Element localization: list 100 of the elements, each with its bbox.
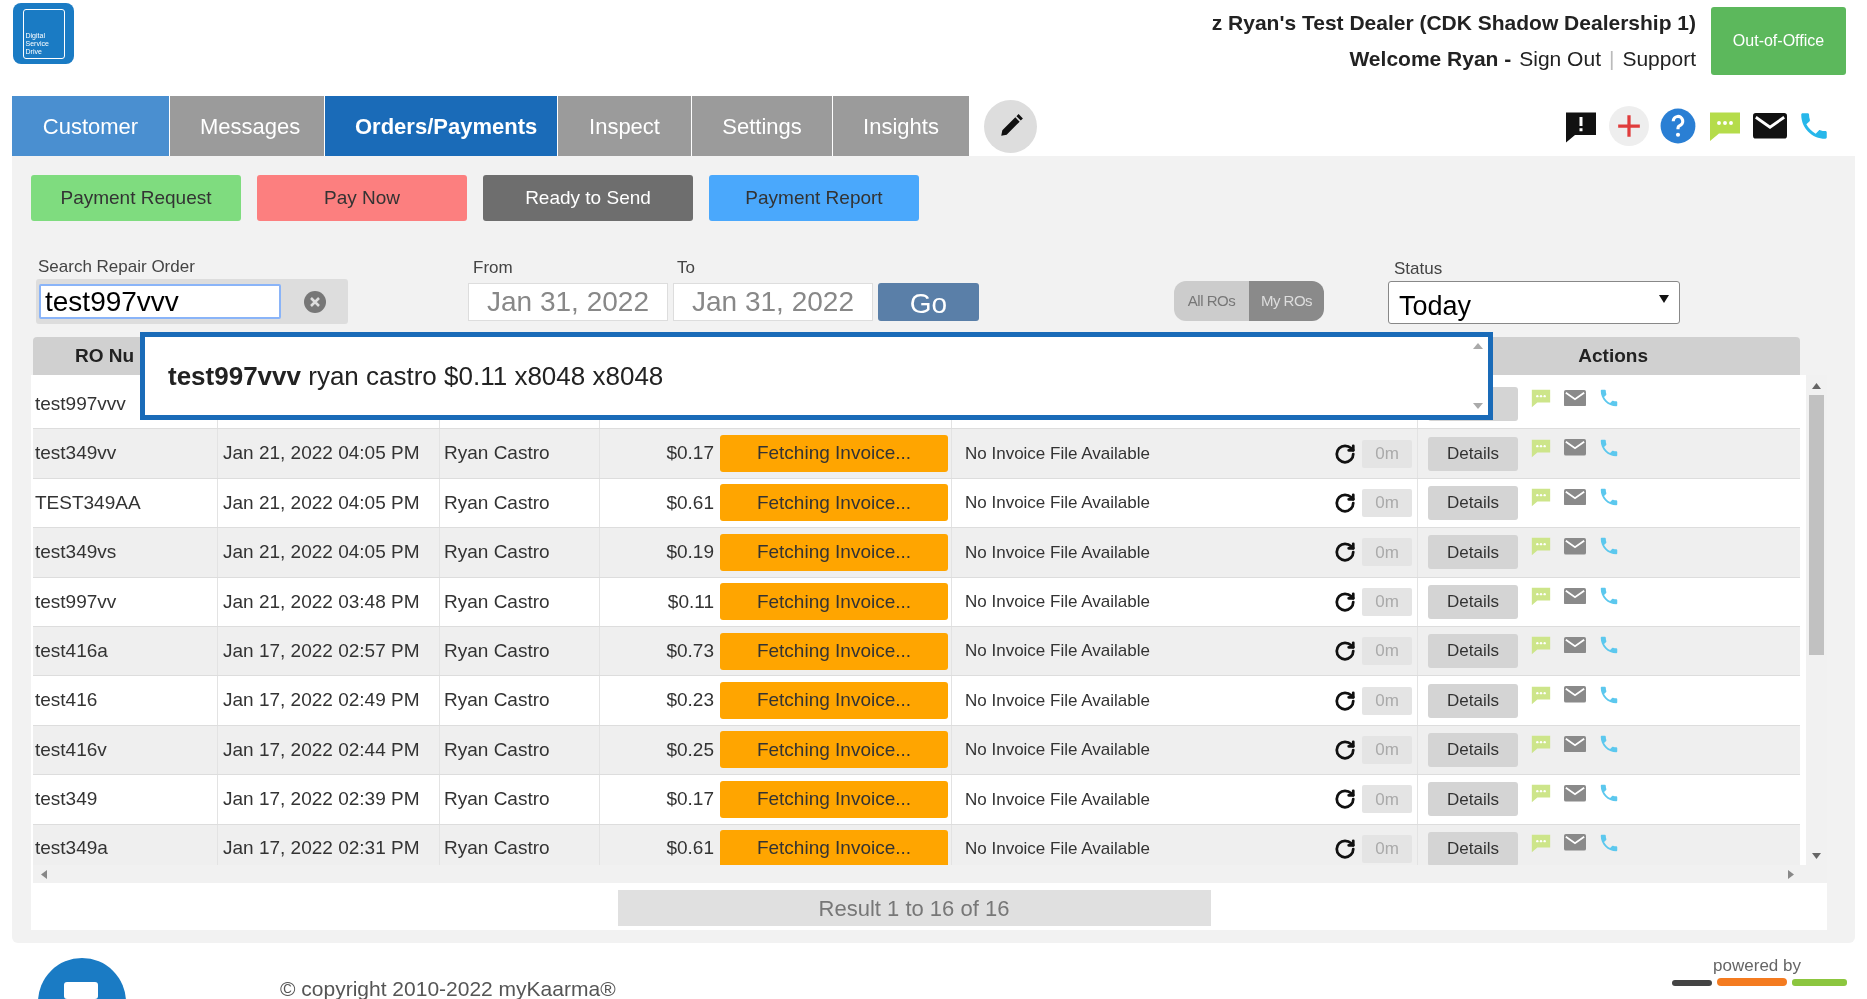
scroll-left-arrow-icon [41,869,47,879]
table-cell-text: test349vv [34,441,117,466]
table-cell-text: Jan 17, 2022 02:39 PM [222,787,420,812]
table-cell-text: $0.61 [666,836,714,861]
table-cell-text: Ryan Castro [443,836,550,861]
table-cell-text: Jan 21, 2022 04:05 PM [222,441,420,466]
table-cell-text: test416a [34,638,108,663]
dropdown-caret-icon [1659,295,1669,303]
status-button[interactable]: Fetching Invoice... [720,484,948,522]
refresh-icon[interactable] [1334,442,1356,465]
table-cell-text: Ryan Castro [443,787,550,812]
status-button[interactable]: Fetching Invoice... [720,533,948,571]
go-button[interactable]: Go [878,283,979,321]
refresh-icon[interactable] [1334,689,1356,712]
result-count: Result 1 to 16 of 16 [617,890,1211,926]
table-cell-text: Jan 17, 2022 02:57 PM [222,638,420,663]
status-button[interactable]: Fetching Invoice... [720,632,948,670]
action-button[interactable]: Ready to Send [483,175,693,221]
details-button[interactable]: Details [1428,782,1518,817]
table-cell-text: Jan 17, 2022 02:44 PM [222,737,420,762]
suggestion-dropdown[interactable]: test997vvv ryan castro $0.11 x8048 x8048 [140,332,1493,420]
table-cell-text: Jan 21, 2022 04:05 PM [222,540,420,565]
from-date-field[interactable]: Jan 31, 2022 [468,283,668,321]
refresh-icon[interactable] [1334,491,1356,514]
table-cell-text: No Invoice File Available [964,442,1150,465]
details-button[interactable]: Details [1428,436,1518,471]
table-cell-text: Ryan Castro [443,688,550,713]
details-button[interactable]: Details [1428,485,1518,520]
suggestion-item[interactable]: test997vvv ryan castro $0.11 x8048 x8048 [168,356,664,396]
status-button[interactable]: Fetching Invoice... [720,435,948,473]
age-badge: 0m [1362,538,1412,567]
status-button[interactable]: Fetching Invoice... [720,682,948,720]
action-button[interactable]: Pay Now [257,175,467,221]
table-cell-text: test997vvv [34,391,126,416]
table-cell-text: Ryan Castro [443,638,550,663]
refresh-icon[interactable] [1334,788,1356,811]
details-button[interactable]: Details [1428,831,1518,865]
action-button[interactable]: Payment Request [31,175,241,221]
add-button[interactable] [1609,106,1649,146]
mail-icon[interactable] [1753,113,1787,139]
scroll-down-arrow-icon [1812,853,1821,859]
table-cell-text: test997vv [34,589,117,614]
table-cell-text: $0.25 [666,737,714,762]
table-cell-text: test349a [34,836,108,861]
table-cell-text: Ryan Castro [443,540,550,565]
status-label: Status [1394,259,1444,279]
status-button[interactable]: Fetching Invoice... [720,780,948,818]
column-header: Actions [1578,343,1648,368]
age-badge: 0m [1362,686,1412,715]
column-header: RO Nu [75,343,135,368]
plus-icon [1616,113,1642,139]
search-input[interactable]: test997vvv [39,284,281,319]
status-button[interactable]: Fetching Invoice... [720,583,948,621]
table-cell-text: $0.61 [666,490,714,515]
table-cell-text: Ryan Castro [443,589,550,614]
search-label: Search Repair Order [38,257,196,277]
separator: | [1608,46,1615,72]
refresh-icon[interactable] [1334,640,1356,663]
chat-bubble-icon[interactable] [38,958,126,999]
search-field[interactable]: test997vvv [36,279,348,324]
table-cell-text: No Invoice File Available [964,788,1150,811]
table-cell-text: No Invoice File Available [964,541,1150,564]
details-button[interactable]: Details [1428,683,1518,718]
to-date-field[interactable]: Jan 31, 2022 [673,283,873,321]
status-button[interactable]: Fetching Invoice... [720,830,948,865]
help-icon[interactable] [1659,107,1697,145]
table-cell-text: $0.73 [666,638,714,663]
table-cell-text: No Invoice File Available [964,837,1150,860]
table-cell-text: $0.17 [666,787,714,812]
table-cell-text: Jan 17, 2022 02:31 PM [222,836,420,861]
table-cell-text: No Invoice File Available [964,640,1150,663]
scroll-right-arrow-icon [1788,869,1794,879]
nav-tab[interactable]: Orders/Payments [325,96,557,156]
refresh-icon[interactable] [1334,837,1356,860]
age-badge: 0m [1362,587,1412,616]
table-cell-text: test416v [34,737,107,762]
scroll-down-arrow-icon [1473,403,1483,409]
details-button[interactable]: Details [1428,584,1518,619]
details-button[interactable]: Details [1428,535,1518,570]
table-cell-text: Ryan Castro [443,737,550,762]
table-cell-text: Jan 21, 2022 03:48 PM [222,589,420,614]
table-cell-text: Ryan Castro [443,490,550,515]
sign-out-link[interactable]: Sign Out [1519,46,1601,72]
support-link[interactable]: Support [1622,46,1696,72]
status-button[interactable]: Fetching Invoice... [720,731,948,769]
status-select[interactable]: Today [1388,281,1680,324]
refresh-icon[interactable] [1334,541,1356,564]
age-badge: 0m [1362,439,1412,468]
table-cell-text: test416 [34,688,98,713]
age-badge: 0m [1362,488,1412,517]
refresh-icon[interactable] [1334,590,1356,613]
details-button[interactable]: Details [1428,732,1518,767]
refresh-icon[interactable] [1334,738,1356,761]
details-button[interactable]: Details [1428,634,1518,669]
table-cell-text: Jan 21, 2022 04:05 PM [222,490,420,515]
action-button[interactable]: Payment Report [709,175,919,221]
edit-button[interactable] [984,99,1037,153]
clear-icon[interactable] [303,289,327,314]
nav-tab[interactable]: Customer [12,96,169,156]
dealer-name: z Ryan's Test Dealer (CDK Shadow Dealership 1) [1211,10,1696,36]
